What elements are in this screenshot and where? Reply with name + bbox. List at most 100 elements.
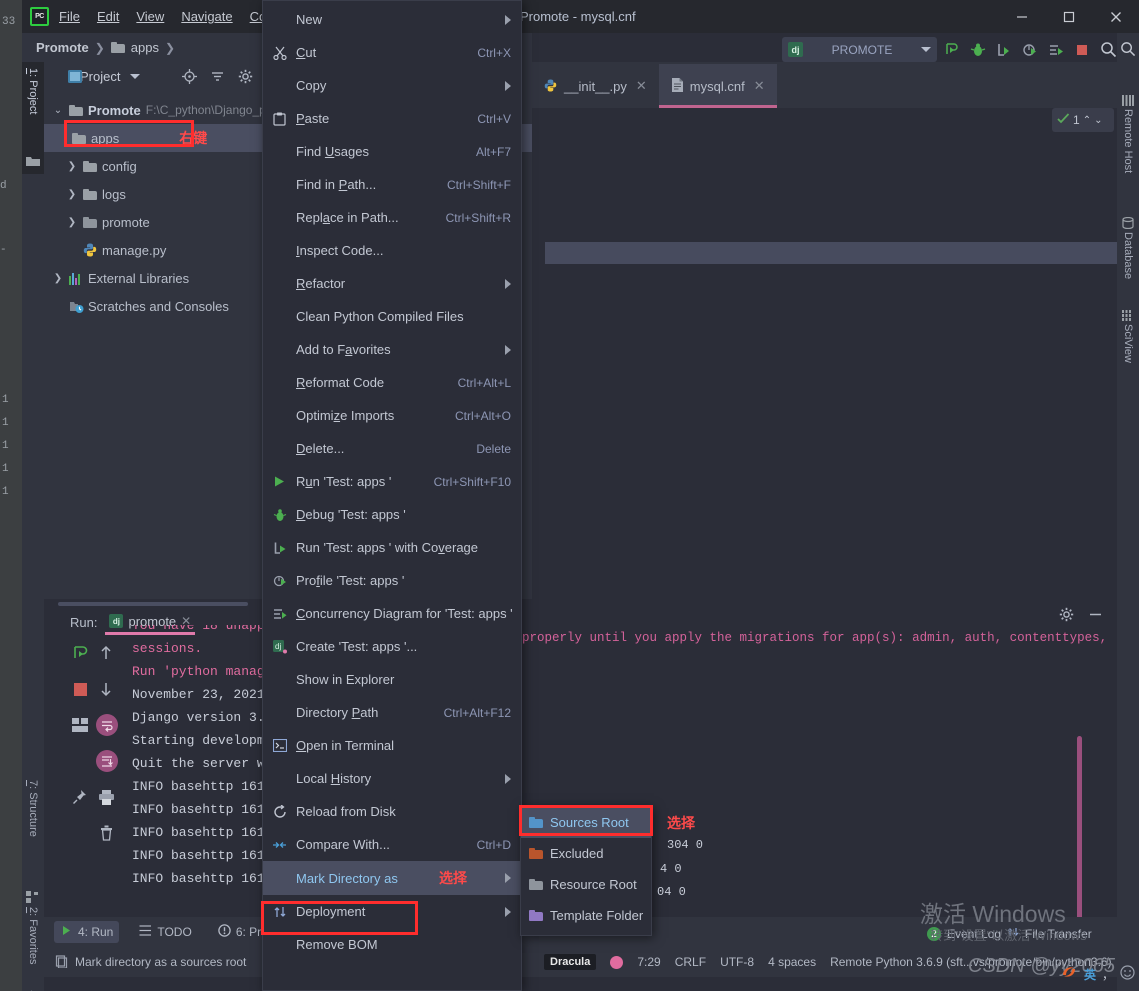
submenu-item-resource-root[interactable]: Resource Root xyxy=(521,869,651,900)
chevron-down-icon[interactable]: ⌄ xyxy=(1094,115,1102,126)
close-icon[interactable]: ✕ xyxy=(754,78,765,94)
chevron-right-icon[interactable]: ❯ xyxy=(66,189,78,200)
search-icon[interactable] xyxy=(1097,39,1119,61)
menu-item-debug-test-apps[interactable]: Debug 'Test: apps ' xyxy=(263,498,521,531)
sidebar-item-favorites[interactable]: 2: Favorites xyxy=(27,907,39,964)
console-scrollbar[interactable] xyxy=(1077,736,1082,931)
locate-icon[interactable] xyxy=(180,67,198,85)
menu-item-copy[interactable]: Copy xyxy=(263,69,521,102)
sogou-icon[interactable] xyxy=(1060,963,1078,986)
menu-item-optimize-imports[interactable]: Optimize Imports Ctrl+Alt+O xyxy=(263,399,521,432)
menu-item-run-test-apps[interactable]: Run 'Test: apps ' Ctrl+Shift+F10 xyxy=(263,465,521,498)
print-icon[interactable] xyxy=(96,787,116,807)
minimize-button[interactable] xyxy=(998,0,1045,33)
menu-item-remove-bom[interactable]: Remove BOM xyxy=(263,928,521,961)
bottom-item-todo[interactable]: TODO xyxy=(133,921,197,943)
inspection-widget[interactable]: 1 ⌃ ⌄ xyxy=(1052,108,1114,132)
run-configuration-selector[interactable]: dj PROMOTE xyxy=(782,37,937,62)
concurrency-icon[interactable] xyxy=(1045,39,1067,61)
sidebar-item-database[interactable]: Database xyxy=(1122,232,1134,279)
ime-punctuation-indicator[interactable]: ， xyxy=(1102,966,1114,983)
menu-item-delete[interactable]: Delete... Delete xyxy=(263,432,521,465)
submenu-item-sources-root[interactable]: Sources Root xyxy=(521,807,651,838)
chevron-up-icon[interactable]: ⌃ xyxy=(1083,115,1091,126)
chevron-right-icon[interactable]: ❯ xyxy=(66,217,78,228)
menu-item-reload-from-disk[interactable]: Reload from Disk xyxy=(263,795,521,828)
debug-icon[interactable] xyxy=(967,39,989,61)
menu-item-refactor[interactable]: Refactor xyxy=(263,267,521,300)
profile-icon[interactable] xyxy=(1019,39,1041,61)
down-icon[interactable] xyxy=(96,679,116,699)
gear-icon[interactable] xyxy=(236,67,254,85)
rerun-icon[interactable] xyxy=(70,643,90,663)
menu-item-deployment[interactable]: Deployment xyxy=(263,895,521,928)
menu-navigate[interactable]: Navigate xyxy=(174,6,239,27)
menu-item-find-usages[interactable]: Find Usages Alt+F7 xyxy=(263,135,521,168)
layout-icon[interactable] xyxy=(70,715,90,735)
panel-resize-handle[interactable] xyxy=(58,602,248,606)
collapse-all-icon[interactable] xyxy=(208,67,226,85)
run-icon[interactable] xyxy=(941,39,963,61)
file-encoding[interactable]: UTF-8 xyxy=(720,955,754,969)
menu-item-inspect-code[interactable]: Inspect Code... xyxy=(263,234,521,267)
editor-area[interactable] xyxy=(532,108,1117,599)
menu-view[interactable]: View xyxy=(129,6,171,27)
minimize-icon[interactable] xyxy=(1088,607,1103,627)
menu-item-open-in-terminal[interactable]: Open in Terminal xyxy=(263,729,521,762)
theme-badge[interactable]: Dracula xyxy=(544,954,597,970)
tab-init-py[interactable]: __init__.py ✕ xyxy=(532,64,659,108)
search-everywhere-icon[interactable] xyxy=(1120,41,1136,62)
pin-icon[interactable] xyxy=(70,751,90,771)
chevron-right-icon[interactable]: ❯ xyxy=(52,273,64,284)
menu-item-run-with-coverage[interactable]: Run 'Test: apps ' with Coverage xyxy=(263,531,521,564)
tab-mysql-cnf[interactable]: mysql.cnf ✕ xyxy=(658,64,777,108)
menu-item-new[interactable]: New xyxy=(263,3,521,36)
sidebar-item-sciview[interactable]: SciView xyxy=(1122,324,1134,363)
file-transfer-label[interactable]: File Transfer xyxy=(1025,927,1092,941)
menu-item-reformat-code[interactable]: Reformat Code Ctrl+Alt+L xyxy=(263,366,521,399)
breadcrumb-root[interactable]: Promote xyxy=(36,40,89,55)
submenu-item-excluded[interactable]: Excluded xyxy=(521,838,651,869)
menu-item-cut[interactable]: Cut Ctrl+X xyxy=(263,36,521,69)
stop-icon[interactable] xyxy=(70,679,90,699)
menu-item-create-test-apps[interactable]: dj Create 'Test: apps '... xyxy=(263,630,521,663)
bottom-item-run[interactable]: 4: Run xyxy=(54,921,120,943)
menu-item-directory-path[interactable]: Directory Path Ctrl+Alt+F12 xyxy=(263,696,521,729)
submenu-item-template-folder[interactable]: Template Folder xyxy=(521,900,651,931)
menu-item-concurrency-diagram[interactable]: Concurrency Diagram for 'Test: apps ' xyxy=(263,597,521,630)
coverage-icon[interactable] xyxy=(993,39,1015,61)
menu-item-replace-in-path[interactable]: Replace in Path... Ctrl+Shift+R xyxy=(263,201,521,234)
event-log-label[interactable]: Event Log xyxy=(947,927,1001,941)
menu-item-find-in-path[interactable]: Find in Path... Ctrl+Shift+F xyxy=(263,168,521,201)
pin-tab-icon[interactable] xyxy=(70,787,90,807)
stop-icon[interactable] xyxy=(1071,39,1093,61)
menu-item-local-history[interactable]: Local History xyxy=(263,762,521,795)
menu-item-paste[interactable]: Paste Ctrl+V xyxy=(263,102,521,135)
menu-item-profile-test-apps[interactable]: Profile 'Test: apps ' xyxy=(263,564,521,597)
chevron-down-icon[interactable] xyxy=(130,73,141,79)
menu-edit[interactable]: Edit xyxy=(90,6,126,27)
close-icon[interactable]: ✕ xyxy=(636,78,647,94)
scroll-to-end-icon[interactable] xyxy=(96,750,118,772)
ime-language-indicator[interactable]: 英 xyxy=(1084,966,1096,983)
line-separator[interactable]: CRLF xyxy=(675,955,706,969)
sidebar-item-remote-host[interactable]: Remote Host xyxy=(1122,109,1134,173)
menu-item-clean-python-compiled-files[interactable]: Clean Python Compiled Files xyxy=(263,300,521,333)
indent-setting[interactable]: 4 spaces xyxy=(768,955,816,969)
soft-wrap-icon[interactable] xyxy=(96,714,118,736)
gear-icon[interactable] xyxy=(1059,607,1074,627)
menu-item-add-to-favorites[interactable]: Add to Favorites xyxy=(263,333,521,366)
ime-smiley-icon[interactable] xyxy=(1120,964,1135,985)
sidebar-item-project[interactable]: 1: Project xyxy=(27,68,39,114)
menu-item-mark-directory-as[interactable]: Mark Directory as 选择 xyxy=(263,861,521,895)
caret-position[interactable]: 7:29 xyxy=(637,955,660,969)
menu-item-show-in-explorer[interactable]: Show in Explorer xyxy=(263,663,521,696)
menu-item-compare-with[interactable]: Compare With... Ctrl+D xyxy=(263,828,521,861)
chevron-right-icon[interactable]: ❯ xyxy=(66,161,78,172)
clear-all-icon[interactable] xyxy=(96,823,116,843)
up-icon[interactable] xyxy=(96,643,116,663)
menu-file[interactable]: File xyxy=(52,6,87,27)
close-button[interactable] xyxy=(1092,0,1139,33)
breadcrumb-folder[interactable]: apps xyxy=(131,40,159,55)
maximize-button[interactable] xyxy=(1045,0,1092,33)
